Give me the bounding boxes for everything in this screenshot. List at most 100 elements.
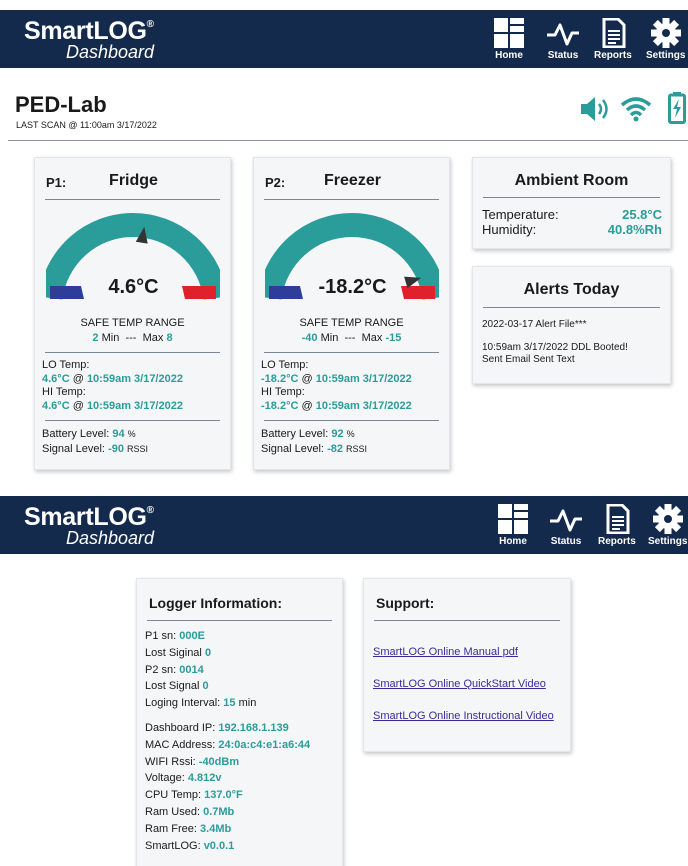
nav-settings-label: Settings	[648, 536, 688, 547]
nav-status[interactable]: Status	[549, 504, 583, 547]
page-title: PED-Lab	[15, 92, 107, 117]
nav-reports[interactable]: Reports	[598, 504, 636, 547]
alerts-title: Alerts Today	[523, 281, 620, 298]
logger-row: SmartLOG: v0.0.1	[145, 838, 342, 855]
nav-home-label: Home	[499, 536, 527, 547]
safe-max-value: 8	[166, 332, 173, 344]
lo-temp-label: LO Temp:	[42, 359, 90, 371]
signal-label: Signal Level:	[42, 443, 105, 455]
logger-row-label: Lost Signal	[145, 680, 200, 693]
hi-temp-value: -18.2°C	[261, 399, 299, 412]
logger-row-unit: min	[238, 697, 257, 710]
range-separator: ---	[344, 332, 356, 344]
second-header: SmartLOG® Dashboard Home Status Reports …	[0, 496, 688, 554]
nav-home[interactable]: Home	[498, 504, 528, 547]
safe-min-label: Min	[101, 332, 120, 344]
lo-temp-at: @	[72, 372, 84, 385]
safe-min-value: -40	[301, 332, 318, 344]
home-grid-icon	[498, 504, 528, 534]
logger-row-label: WIFI Rssi:	[145, 755, 196, 768]
nav-home-label: Home	[495, 50, 523, 61]
ambient-temp-value: 25.8°C	[622, 207, 662, 222]
support-card: Support: SmartLOG Online Manual pdf Smar…	[363, 578, 571, 752]
manual-pdf-link[interactable]: SmartLOG Online Manual pdf	[373, 646, 570, 658]
logger-row-value: 000E	[179, 630, 205, 642]
logger-row-value: 0.7Mb	[203, 805, 235, 818]
temp-history: LO Temp: 4.6°C @ 10:59am 3/17/2022 HI Te…	[35, 353, 230, 413]
speaker-icon[interactable]	[580, 96, 614, 122]
instructional-video-link[interactable]: SmartLOG Online Instructional Video	[373, 710, 570, 722]
safe-range-label: SAFE TEMP RANGE	[299, 317, 404, 329]
safe-min-label: Min	[320, 332, 339, 344]
nav-reports[interactable]: Reports	[594, 18, 632, 61]
logger-info-card: Logger Information: P1 sn: 000E Lost Sig…	[136, 578, 343, 866]
signal-unit: RSSI	[346, 444, 368, 454]
logger-row: P2 sn: 0014	[145, 662, 342, 679]
probe-card-p1: P1: Fridge 4.6°C SAFE TEMP RANGE 2 Min -…	[34, 157, 231, 470]
logger-row-value: 0	[204, 646, 212, 659]
logger-row: Loging Interval: 15 min	[145, 695, 342, 712]
logger-row: WIFI Rssi: -40dBm	[145, 754, 342, 771]
ambient-humidity-value: 40.8%Rh	[607, 222, 662, 237]
hi-temp-label: HI Temp:	[42, 386, 86, 398]
lo-temp-time: 10:59am 3/17/2022	[86, 372, 183, 385]
nav-home[interactable]: Home	[494, 18, 524, 61]
probe-name: Fridge	[109, 172, 158, 189]
logger-row: Dashboard IP: 192.168.1.139	[145, 720, 342, 737]
probe-card-p2: P2: Freezer -18.2°C SAFE TEMP RANGE -40 …	[253, 157, 450, 470]
battery-value: 94	[112, 428, 125, 440]
hi-temp-at: @	[72, 399, 84, 412]
logo-text: SmartLOG	[24, 17, 147, 45]
alert-notify-line: Sent Email Sent Text	[482, 354, 575, 365]
wifi-icon[interactable]	[620, 96, 652, 122]
home-grid-icon	[494, 18, 524, 48]
battery-value: 92	[331, 428, 344, 440]
battery-unit: %	[127, 429, 136, 439]
report-icon	[602, 18, 626, 48]
logger-row: MAC Address: 24:0a:c4:e1:a6:44	[145, 737, 342, 754]
device-levels: Battery Level: 92 % Signal Level: -82 RS…	[254, 421, 449, 457]
nav-settings[interactable]: Settings	[646, 18, 685, 61]
pulse-icon	[550, 509, 582, 532]
safe-min-value: 2	[92, 332, 99, 344]
logger-row-value: 137.0°F	[204, 789, 243, 802]
logger-title: Logger Information:	[149, 595, 282, 611]
gear-icon	[652, 504, 683, 534]
signal-unit: RSSI	[127, 444, 149, 454]
signal-value: -82	[327, 443, 343, 455]
logger-row-label: Loging Interval:	[145, 697, 221, 710]
device-levels: Battery Level: 94 % Signal Level: -90 RS…	[35, 421, 230, 457]
logger-row-label: SmartLOG:	[145, 839, 201, 852]
support-title: Support:	[376, 595, 435, 611]
top-header: SmartLOG® Dashboard Home Status Reports …	[0, 10, 688, 68]
nav-reports-label: Reports	[594, 50, 632, 61]
logger-row-value: 15	[223, 697, 236, 710]
logger-row-value: 3.4Mb	[200, 822, 232, 835]
logger-row-value: -40dBm	[198, 755, 240, 768]
logger-row-value: 4.812v	[187, 772, 222, 785]
title-divider	[8, 140, 688, 141]
last-scan-text: LAST SCAN @ 11:00am 3/17/2022	[16, 120, 157, 130]
gear-icon	[650, 18, 681, 48]
lo-temp-label: LO Temp:	[261, 359, 309, 371]
probe-name: Freezer	[324, 172, 381, 189]
current-temperature: 4.6°C	[108, 276, 159, 298]
nav-settings[interactable]: Settings	[648, 504, 687, 547]
safe-range-values: -40 Min --- Max -15	[254, 332, 449, 344]
logger-row-label: Dashboard IP:	[145, 721, 216, 734]
lo-temp-value: 4.6°C	[42, 372, 70, 385]
report-icon	[606, 504, 630, 534]
nav-status[interactable]: Status	[546, 18, 580, 61]
safe-range-label: SAFE TEMP RANGE	[80, 317, 185, 329]
logo-registered-mark: ®	[146, 19, 154, 30]
quickstart-video-link[interactable]: SmartLOG Online QuickStart Video	[373, 678, 570, 690]
logger-row-value: v0.0.1	[203, 839, 235, 852]
nav-settings-label: Settings	[646, 50, 686, 61]
hi-temp-time: 10:59am 3/17/2022	[315, 399, 412, 412]
ambient-title: Ambient Room	[514, 172, 629, 189]
signal-label: Signal Level:	[261, 443, 324, 455]
smartlog-logo: SmartLOG® Dashboard	[24, 505, 154, 548]
ambient-humidity-label: Humidity:	[482, 222, 537, 237]
nav-status-label: Status	[550, 536, 582, 547]
alerts-card: Alerts Today 2022-03-17 Alert File*** 10…	[472, 266, 671, 384]
